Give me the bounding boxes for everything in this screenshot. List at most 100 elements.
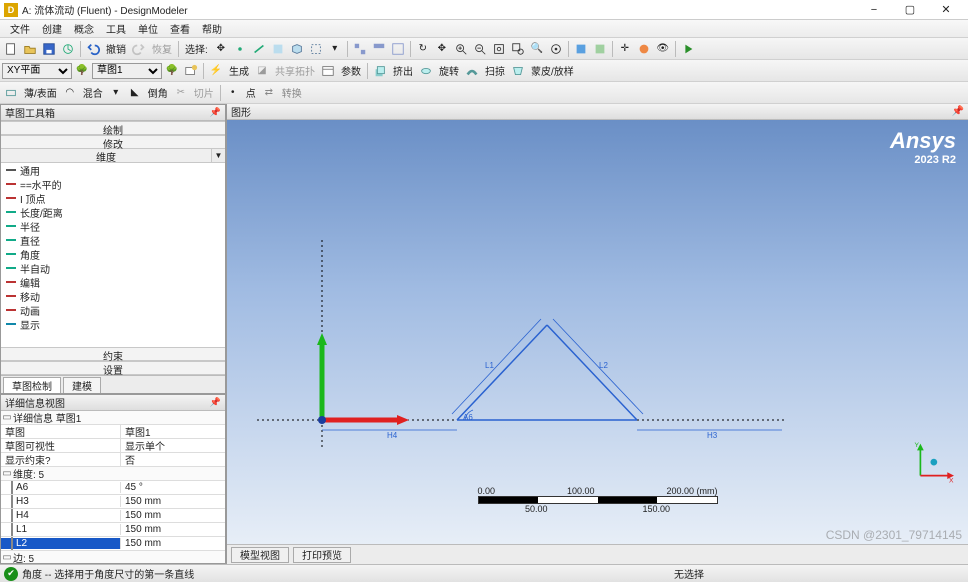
tool-item[interactable]: 动画 [1,303,225,317]
tool-item[interactable]: 角度 [1,247,225,261]
param-checkbox[interactable] [11,523,13,536]
details-value[interactable]: 45 ° [121,482,225,493]
section-constraint[interactable]: 约束 [1,347,225,361]
collapse-icon[interactable]: ▭ [1,552,13,563]
skin-button[interactable] [509,62,527,80]
section-settings[interactable]: 设置 [1,361,225,375]
details-value[interactable]: 草图1 [121,424,225,439]
params-button[interactable] [319,62,337,80]
visibility-icon[interactable]: 👁 [654,40,672,58]
vis-1-icon[interactable] [351,40,369,58]
pan-icon[interactable]: ✥ [433,40,451,58]
zoom-box-icon[interactable] [509,40,527,58]
param-checkbox[interactable] [11,537,13,550]
chamfer-button[interactable]: ◣ [126,84,144,102]
convert-button[interactable]: ⇄ [260,84,278,102]
tool-item[interactable]: 半自动 [1,261,225,275]
extrude-button[interactable] [371,62,389,80]
look-at-icon[interactable] [547,40,565,58]
zoom-out-icon[interactable] [471,40,489,58]
tool-item[interactable]: 长度/距离 [1,205,225,219]
minimize-button[interactable]: − [856,0,892,20]
tab-model[interactable]: 建模 [63,377,101,393]
undo-button[interactable] [84,40,102,58]
section-modify[interactable]: 修改 [1,135,225,149]
thin-button[interactable] [2,84,20,102]
menu-units[interactable]: 单位 [132,21,164,36]
details-row[interactable]: H3150 mm [1,495,225,509]
slice-button[interactable]: ✂ [172,84,190,102]
sel-box-icon[interactable] [307,40,325,58]
menu-file[interactable]: 文件 [4,21,36,36]
tool-item[interactable]: 移动 [1,289,225,303]
param-checkbox[interactable] [11,495,13,508]
param-checkbox[interactable] [11,481,13,494]
plane-tree-icon[interactable]: 🌳 [73,62,91,80]
export-icon[interactable] [59,40,77,58]
sel-body-icon[interactable] [288,40,306,58]
rotate-icon[interactable]: ↻ [414,40,432,58]
pin-icon[interactable]: 📌 [210,397,221,408]
pin-icon[interactable]: 📌 [952,106,964,117]
details-group[interactable]: ▭维度: 5 [1,467,225,481]
collapse-icon[interactable]: ▭ [1,412,13,423]
details-row[interactable]: L1150 mm [1,523,225,537]
details-group[interactable]: ▭边: 5 [1,551,225,563]
tool-item[interactable]: 半径 [1,219,225,233]
menu-concept[interactable]: 概念 [68,21,100,36]
pin-icon[interactable]: 📌 [210,107,221,118]
view-triad[interactable]: Y X [912,442,954,484]
details-row[interactable]: H4150 mm [1,509,225,523]
tool-item[interactable]: 显示 [1,317,225,331]
tab-model-view[interactable]: 模型视图 [231,547,289,563]
generate-button[interactable]: ⚡ [207,62,225,80]
section-draw[interactable]: 绘制 [1,121,225,135]
maximize-button[interactable]: ▢ [892,0,928,20]
graphics-canvas[interactable]: Ansys 2023 R2 [227,120,968,544]
select-arrow-icon[interactable]: ✥ [212,40,230,58]
tool-item[interactable]: 直径 [1,233,225,247]
menu-tools[interactable]: 工具 [100,21,132,36]
share-topo-button[interactable]: ◪ [253,62,271,80]
zoom-fit-icon[interactable] [490,40,508,58]
plane-select[interactable]: XY平面 [2,63,72,79]
tab-print-preview[interactable]: 打印预览 [293,547,351,563]
details-grid[interactable]: ▭详细信息 草图1草图草图1草图可视性显示单个显示约束?否▭维度: 5A645 … [1,411,225,563]
vis-3-icon[interactable] [389,40,407,58]
sweep-button[interactable] [463,62,481,80]
tool-item[interactable]: 编辑 [1,275,225,289]
open-icon[interactable] [21,40,39,58]
save-icon[interactable] [40,40,58,58]
display-1-icon[interactable] [572,40,590,58]
details-value[interactable]: 显示单个 [121,438,225,453]
tool-item[interactable]: I 顶点 [1,191,225,205]
details-row[interactable]: A645 ° [1,481,225,495]
details-row[interactable]: 显示约束?否 [1,453,225,467]
details-value[interactable]: 150 mm [121,496,225,507]
redo-button[interactable] [130,40,148,58]
details-row[interactable]: 草图草图1 [1,425,225,439]
menu-help[interactable]: 帮助 [196,21,228,36]
revolve-button[interactable] [417,62,435,80]
details-value[interactable]: 150 mm [121,524,225,535]
details-group[interactable]: ▭详细信息 草图1 [1,411,225,425]
blend-dd-icon[interactable]: ▾ [107,84,125,102]
details-value[interactable]: 150 mm [121,510,225,521]
zoom-prev-icon[interactable]: 🔍 [528,40,546,58]
menu-create[interactable]: 创建 [36,21,68,36]
sel-face-icon[interactable] [269,40,287,58]
sel-ext-icon[interactable]: ▾ [326,40,344,58]
close-button[interactable]: ✕ [928,0,964,20]
tab-sketch[interactable]: 草图检制 [3,377,61,393]
plane-icon[interactable]: ✛ [616,40,634,58]
new-sketch-icon[interactable] [182,62,200,80]
collapse-icon[interactable]: ▭ [1,468,13,479]
details-value[interactable]: 否 [121,452,225,467]
details-row[interactable]: 草图可视性显示单个 [1,439,225,453]
param-checkbox[interactable] [11,509,13,522]
sketch-tree-icon[interactable]: 🌳 [163,62,181,80]
sel-edge-icon[interactable] [250,40,268,58]
display-2-icon[interactable] [591,40,609,58]
play-icon[interactable] [679,40,697,58]
tool-item[interactable]: ==水平的 [1,177,225,191]
